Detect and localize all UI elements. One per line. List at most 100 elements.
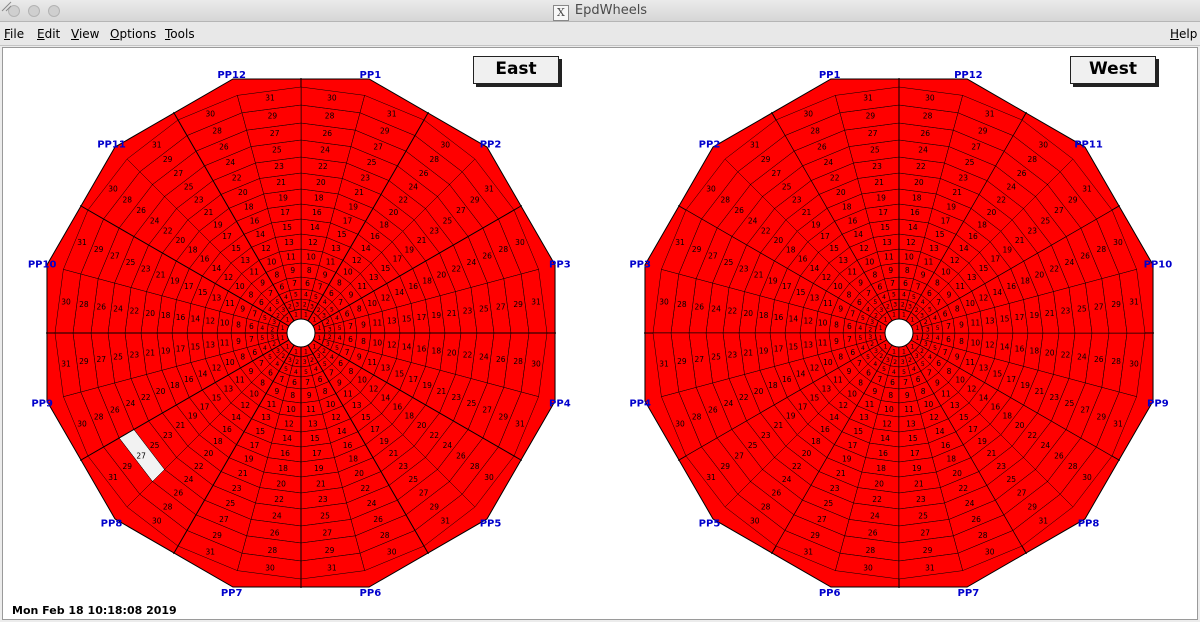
tile-label: 29 [1028,502,1038,511]
tile-label: 11 [955,282,965,291]
tile-label: 17 [968,425,978,434]
menu-tools-label: ools [170,27,195,41]
tile-label: 14 [282,434,292,443]
menu-view[interactable]: View [71,27,99,41]
tile-label: 27 [817,515,827,524]
tile-label: 2 [281,353,285,360]
tile-label: 23 [141,264,151,273]
tile-label: 28 [470,462,480,471]
tile-label: 28 [761,502,771,511]
tile-label: 25 [748,441,758,450]
tile-label: 26 [419,169,429,178]
tile-label: 8 [240,353,245,362]
tile-label: 19 [768,276,778,285]
tile-label: 15 [959,413,969,422]
tile-label: 12 [906,238,916,247]
west-wheel-button[interactable]: West [1070,56,1156,84]
tile-label: 31 [804,548,814,557]
tile-label: 2 [303,301,307,308]
pp-label: PP1 [819,70,841,81]
tile-label: 9 [847,367,852,376]
tile-label: 18 [244,203,254,212]
tile-label: 5 [304,369,308,376]
tile-label: 19 [213,220,223,229]
tile-label: 16 [408,282,418,291]
tile-label: 31 [441,517,451,526]
tile-label: 10 [823,358,833,367]
tile-label: 24 [1077,353,1087,362]
tile-label: 28 [1028,155,1038,164]
tile-label: 16 [343,441,353,450]
tile-label: 10 [847,390,857,399]
tile-label: 9 [240,305,245,314]
tile-label: 3 [915,353,919,360]
tile-label: 11 [286,252,296,261]
tile-label: 19 [244,455,254,464]
tile-label: 15 [908,434,918,443]
menu-file[interactable]: File [4,27,24,41]
tile-label: 14 [935,427,945,436]
tile-label: 21 [914,479,924,488]
tile-label: 1 [286,344,290,351]
tile-label: 6 [338,359,343,368]
pp-label: PP10 [1144,260,1173,271]
tile-label: 15 [191,343,201,352]
tile-label: 5 [912,294,916,301]
tile-label: 12 [839,401,849,410]
tile-label: 28 [866,546,876,555]
east-wheel-button[interactable]: East [473,56,559,84]
tile-label: 24 [113,305,123,314]
tile-label: 23 [1028,226,1038,235]
menu-edit[interactable]: Edit [37,27,60,41]
tile-label: 17 [222,232,232,241]
pp-label: PP1 [360,70,382,81]
tile-label: 20 [1035,270,1045,279]
tile-label: 1 [884,317,888,324]
tile-label: 5 [338,325,342,332]
tile-label: 10 [884,405,894,414]
menu-tools[interactable]: Tools [165,27,195,41]
tile-label: 9 [323,270,328,279]
tile-label: 16 [848,216,858,225]
tile-label: 23 [739,264,749,273]
tile-label: 27 [323,528,333,537]
resize-grip-icon[interactable] [0,0,12,12]
tile-label: 12 [331,413,341,422]
tile-label: 9 [349,290,354,299]
tile-label: 23 [430,226,440,235]
tile-label: 14 [198,369,208,378]
tile-label: 28 [268,546,278,555]
tile-label: 23 [728,351,738,360]
tile-label: 25 [184,182,194,191]
west-wheel: 12 34 56 78 91011121314151617181920212223242… [629,70,1172,599]
tile-label: 4 [268,306,272,313]
tile-label: 15 [310,434,320,443]
tile-label: 24 [782,475,792,484]
tile-label: 22 [916,162,926,171]
tile-label: 11 [225,299,235,308]
tile-label: 28 [499,245,509,254]
tile-label: 7 [866,289,871,298]
pp-label: PP12 [954,70,983,81]
tile-label: 11 [373,319,383,328]
tile-label: 31 [985,110,995,119]
tile-label: 17 [774,344,784,353]
tile-label: 15 [979,264,989,273]
tile-label: 5 [928,306,932,313]
menu-options[interactable]: Options [110,27,156,41]
tile-label: 14 [402,343,412,352]
tile-label: 14 [255,230,265,239]
tile-label: 5 [902,369,906,376]
tile-label: 12 [206,317,216,326]
tile-label: 24 [272,512,282,521]
tile-label: 13 [882,238,892,247]
tile-label: 22 [398,195,408,204]
menu-help[interactable]: Help [1170,27,1197,41]
tile-label: 3 [901,359,905,366]
tile-label: 15 [993,369,1003,378]
tile-label: 22 [194,462,204,471]
tile-label: 6 [318,375,323,384]
tile-label: 5 [314,294,318,301]
tile-label: 23 [959,173,969,182]
tile-label: 29 [923,546,933,555]
